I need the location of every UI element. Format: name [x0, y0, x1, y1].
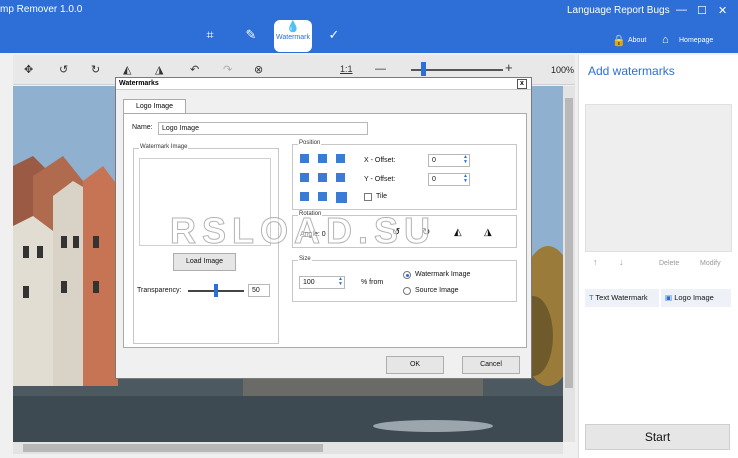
logo-image-label: Logo Image [674, 293, 714, 302]
horizontal-scroll-thumb[interactable] [23, 444, 323, 452]
position-bottom-left[interactable] [300, 192, 309, 201]
watermark-list[interactable] [585, 104, 732, 252]
redo-icon[interactable]: ↷ [223, 63, 232, 76]
brush-icon: ✎ [245, 27, 257, 42]
move-down-button[interactable]: ↓ [619, 257, 624, 267]
report-bugs-link[interactable]: Report Bugs [614, 5, 670, 16]
transparency-slider-thumb[interactable] [214, 284, 218, 297]
watermark-image-radio-label: Watermark Image [415, 271, 471, 278]
home-icon: ⌂ [662, 34, 669, 46]
watermark-mode-label: Watermark [276, 34, 310, 41]
percent-from-label: % from [361, 279, 384, 286]
text-watermark-icon: T [589, 293, 594, 302]
x-offset-value: 0 [432, 157, 436, 164]
dialog-close-button[interactable]: x [517, 79, 527, 89]
flip-h-icon[interactable]: ◭ [454, 227, 462, 238]
y-offset-value: 0 [432, 176, 436, 183]
text-watermark-button[interactable]: T Text Watermark [585, 289, 659, 307]
size-value: 100 [303, 279, 315, 286]
about-link[interactable]: About [628, 37, 646, 44]
x-offset-input[interactable]: 0 ▲ ▼ [428, 154, 470, 167]
move-icon[interactable]: ✥ [24, 63, 33, 76]
source-image-radio-label: Source Image [415, 287, 459, 294]
app-window: mp Remover 1.0.0 ⌗ ✎ 💧 Watermark ✓ Langu… [0, 0, 738, 458]
cancel-button[interactable]: Cancel [462, 356, 520, 374]
flip-v-icon[interactable]: ◮ [484, 227, 492, 238]
move-up-button[interactable]: ↑ [593, 257, 598, 267]
right-panel: Add watermarks ↑ ↓ Delete Modify T Text … [578, 55, 738, 458]
zoom-fit-button[interactable]: 1:1 [340, 64, 353, 74]
zoom-slider-thumb[interactable] [421, 62, 426, 76]
start-button[interactable]: Start [585, 424, 730, 450]
dialog-title-bar: Watermarks x [116, 78, 531, 90]
position-top-left[interactable] [300, 154, 309, 163]
lock-icon: 🔒 [612, 35, 626, 47]
zoom-percent: 100% [551, 65, 575, 75]
flip-vertical-icon[interactable]: ◮ [155, 63, 163, 76]
vertical-scroll-thumb[interactable] [565, 98, 573, 388]
size-input[interactable]: 100 ▲ ▼ [299, 276, 345, 289]
flip-horizontal-icon[interactable]: ◭ [123, 63, 131, 76]
tab-logo-image[interactable]: Logo Image [123, 99, 186, 114]
position-middle-right[interactable] [336, 173, 345, 182]
undo-icon[interactable]: ↶ [190, 63, 199, 76]
logo-image-button[interactable]: ▣ Logo Image [661, 289, 731, 307]
zoom-in-button[interactable]: + [505, 60, 513, 75]
dialog-title: Watermarks [119, 80, 159, 87]
position-middle-left[interactable] [300, 173, 309, 182]
source-image-radio[interactable] [403, 287, 411, 295]
position-middle-center[interactable] [318, 173, 327, 182]
position-bottom-center[interactable] [318, 192, 327, 201]
watermark-mode-button[interactable]: 💧 Watermark [274, 20, 312, 52]
homepage-link[interactable]: Homepage [679, 37, 713, 44]
rotate-right-icon[interactable]: ↻ [91, 63, 100, 76]
name-input[interactable]: Logo Image [158, 122, 368, 135]
watermark-icon: 💧 [286, 21, 300, 33]
name-label: Name: [132, 124, 153, 131]
check-icon: ✓ [328, 27, 340, 42]
zoom-out-button[interactable]: — [375, 63, 386, 75]
load-image-button[interactable]: Load Image [173, 253, 236, 271]
clear-icon[interactable]: ⊗ [254, 63, 263, 76]
position-bottom-right[interactable] [336, 192, 347, 203]
x-offset-spinner-icon[interactable]: ▲ ▼ [463, 155, 468, 165]
y-offset-label: Y - Offset: [364, 176, 396, 183]
rotate-left-icon[interactable]: ↺ [59, 63, 68, 76]
logo-image-icon: ▣ [665, 293, 673, 302]
watermark-image-radio[interactable] [403, 271, 411, 279]
tile-label: Tile [376, 193, 388, 200]
check-mode-button[interactable]: ✓ [316, 20, 352, 50]
app-title: mp Remover 1.0.0 [0, 4, 83, 15]
modify-button[interactable]: Modify [700, 260, 721, 267]
position-top-right[interactable] [336, 154, 345, 163]
text-watermark-label: Text Watermark [595, 293, 648, 302]
crop-mode-button[interactable]: ⌗ [192, 20, 228, 50]
size-spinner-icon[interactable]: ▲ ▼ [338, 277, 343, 287]
canvas-vertical-scrollbar[interactable] [563, 86, 575, 442]
add-watermarks-title: Add watermarks [588, 64, 675, 78]
ok-button[interactable]: OK [386, 356, 444, 374]
watermark-overlay-text: RSLOAD.SU [169, 210, 437, 252]
transparency-label: Transparency: [137, 287, 182, 294]
canvas-horizontal-scrollbar[interactable] [13, 442, 563, 454]
title-bar: mp Remover 1.0.0 ⌗ ✎ 💧 Watermark ✓ Langu… [0, 0, 738, 53]
language-menu[interactable]: Language [567, 5, 612, 16]
x-offset-label: X - Offset: [364, 157, 396, 164]
minimize-button[interactable]: — [676, 4, 687, 16]
crop-icon: ⌗ [206, 27, 214, 42]
y-offset-spinner-icon[interactable]: ▲ ▼ [463, 174, 468, 184]
tile-checkbox[interactable] [364, 193, 372, 201]
delete-button[interactable]: Delete [659, 260, 679, 267]
close-button[interactable]: ✕ [718, 4, 727, 17]
brush-mode-button[interactable]: ✎ [233, 20, 269, 50]
watermark-image-group-title: Watermark Image [139, 144, 189, 150]
y-offset-input[interactable]: 0 ▲ ▼ [428, 173, 470, 186]
maximize-button[interactable]: ☐ [697, 4, 707, 17]
position-top-center[interactable] [318, 154, 327, 163]
position-group-title: Position [298, 140, 322, 146]
transparency-value[interactable]: 50 [248, 284, 270, 297]
size-group-title: Size [298, 256, 312, 262]
